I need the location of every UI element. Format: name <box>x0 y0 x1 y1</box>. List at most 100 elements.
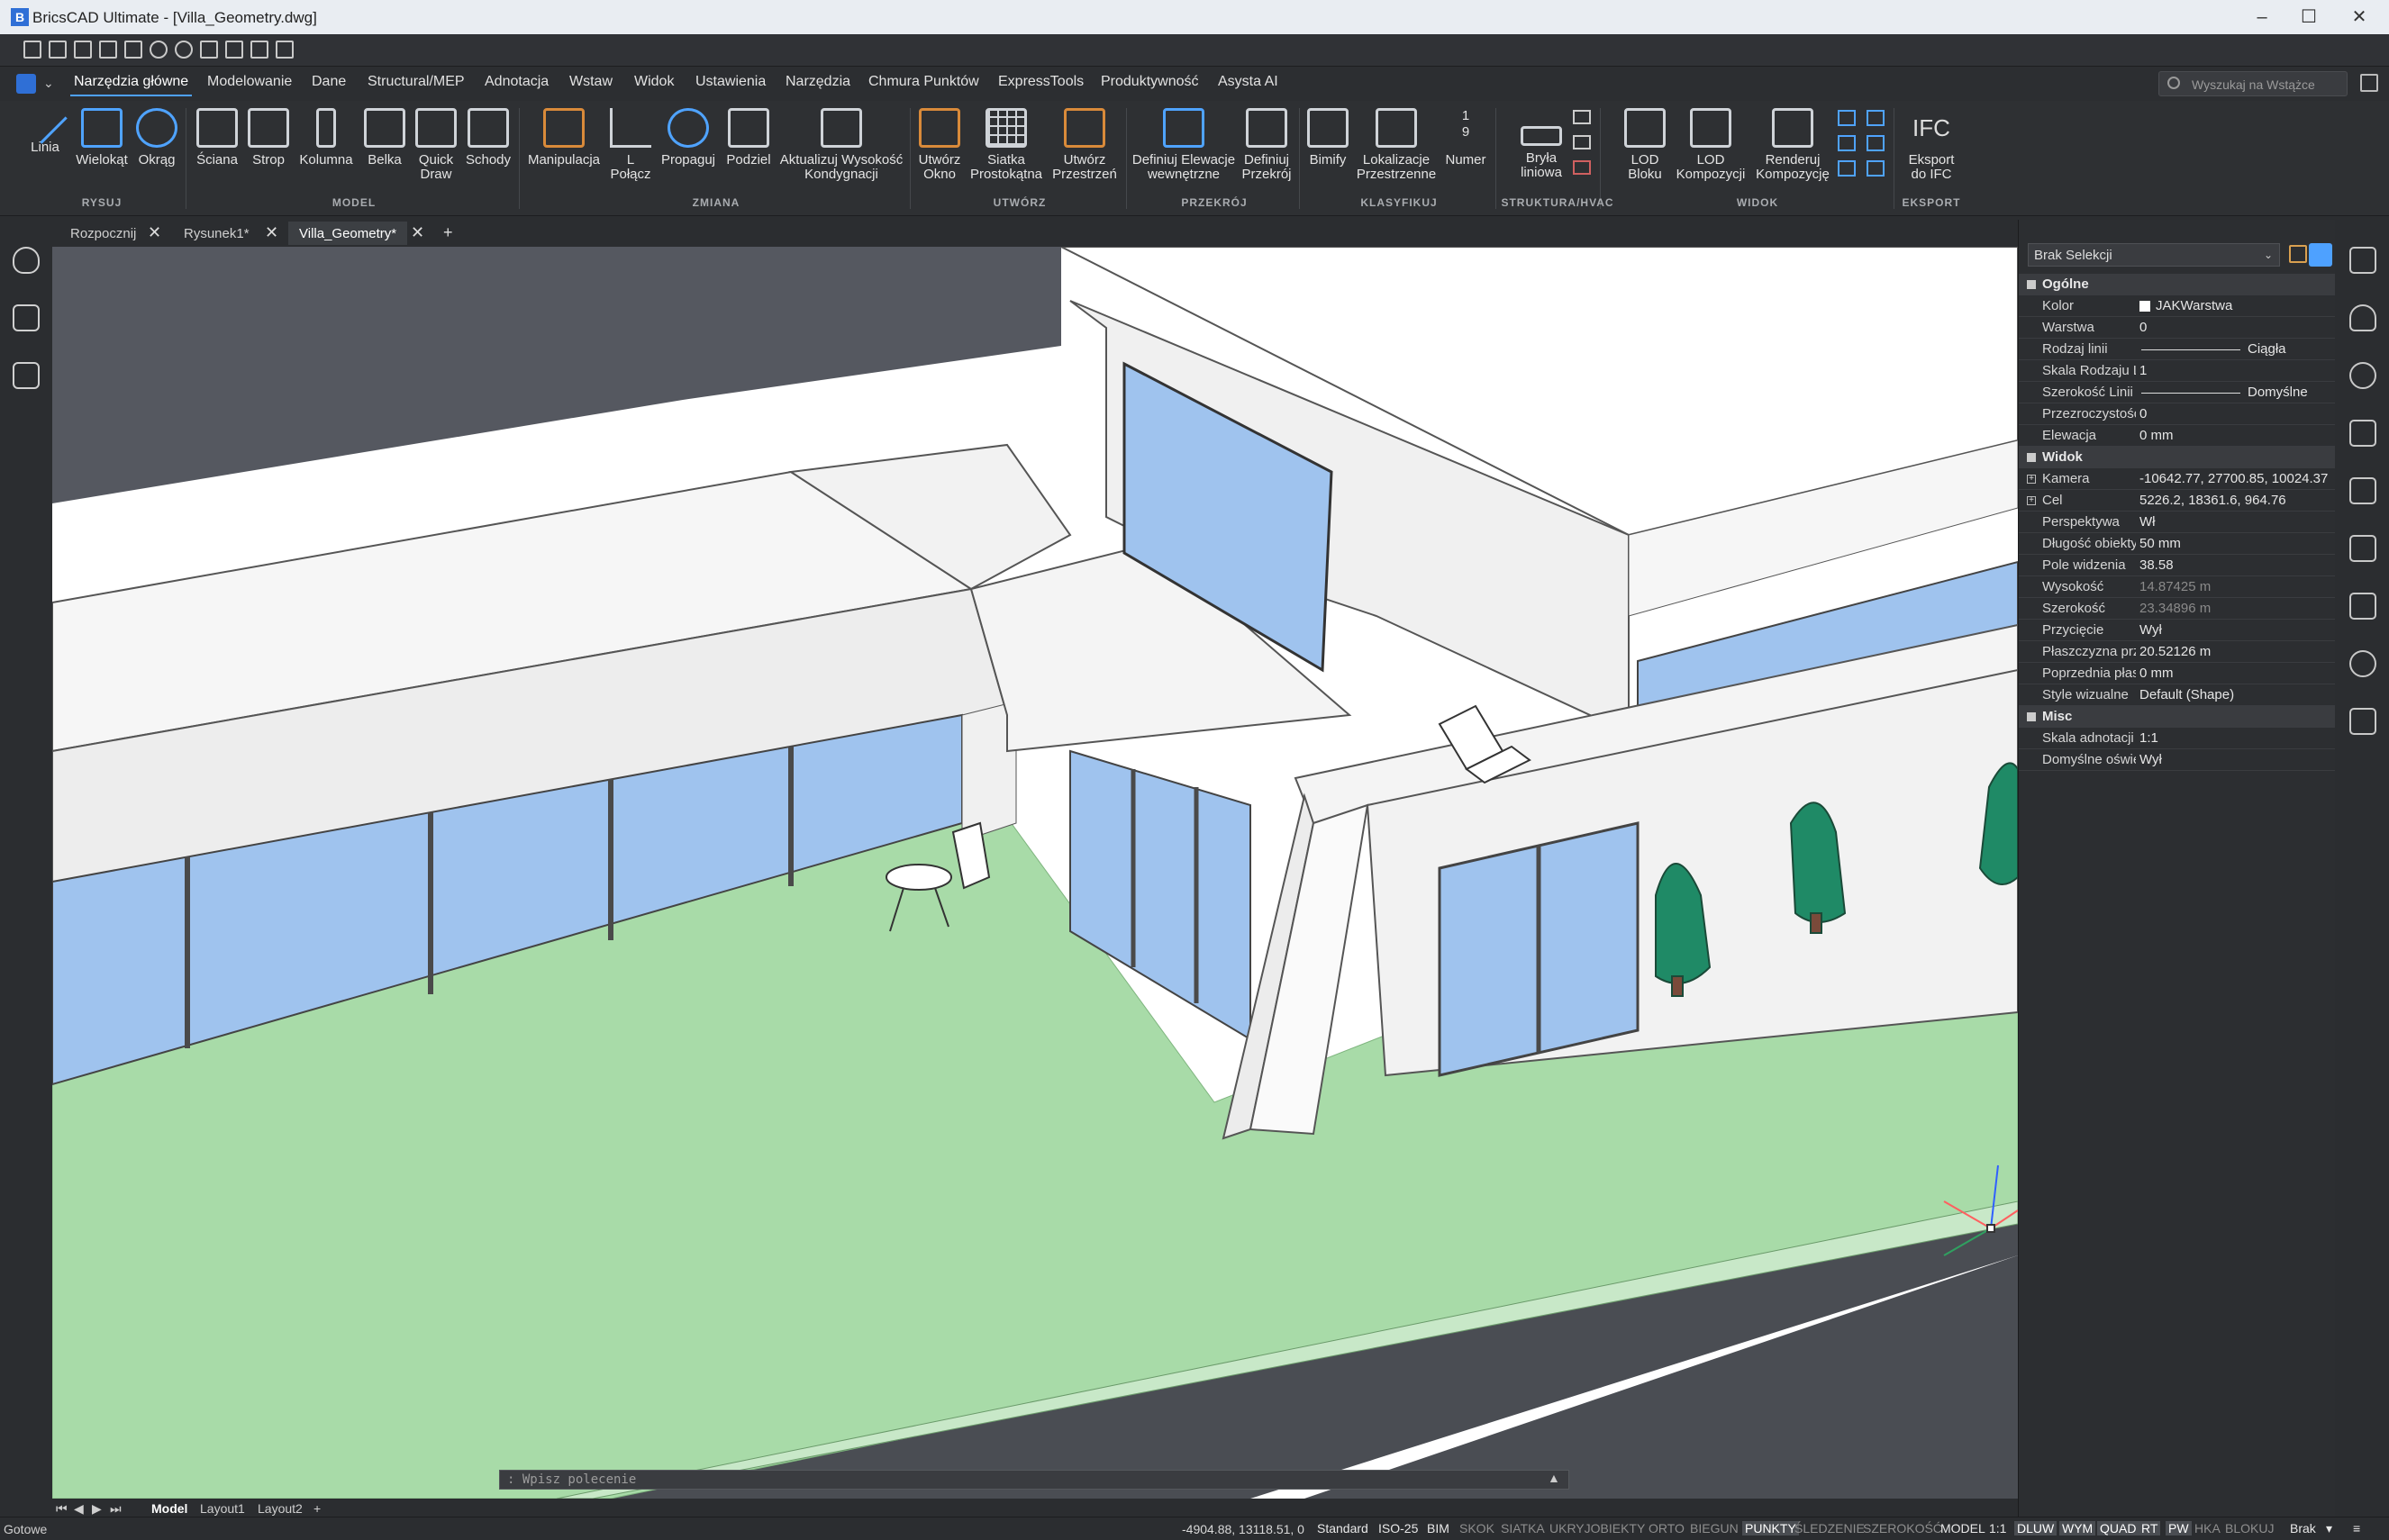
tab-ustawienia[interactable]: Ustawienia <box>695 74 766 90</box>
status-siatka[interactable]: SIATKA <box>1501 1521 1545 1535</box>
workspace-icon[interactable] <box>2360 74 2378 92</box>
renderuj-kompozycje-button[interactable]: Renderuj Kompozycję <box>1749 108 1836 182</box>
layout-tab-layout1[interactable]: Layout1 <box>200 1501 245 1516</box>
kolumna-button[interactable]: Kolumna <box>294 108 359 168</box>
expand-icon[interactable]: + <box>2027 475 2036 484</box>
layers-icon[interactable] <box>2349 420 2376 447</box>
save-as-icon[interactable] <box>99 41 117 59</box>
tab-narzedzia-glowne[interactable]: Narzędzia główne <box>69 74 193 96</box>
prop-row[interactable]: Warstwa 0 <box>2019 317 2336 339</box>
ribbon-search-input[interactable]: Wyszukaj na Wstążce <box>2158 71 2348 96</box>
utworz-przestrzen-button[interactable]: Utwórz Przestrzeń <box>1047 108 1122 182</box>
home-icon[interactable] <box>13 304 40 331</box>
podziel-button[interactable]: Podziel <box>721 108 777 168</box>
prop-row[interactable]: Długość obiektywu50 mm <box>2019 533 2336 555</box>
properties-panel-icon[interactable] <box>2349 247 2376 274</box>
status-orto[interactable]: ORTO <box>1649 1521 1685 1535</box>
status-scale[interactable]: 1:1 <box>1989 1521 2006 1535</box>
group-misc[interactable]: Misc <box>2019 706 2336 728</box>
new-file-icon[interactable] <box>23 41 41 59</box>
quick-select-icon[interactable] <box>2309 243 2332 267</box>
tab-widok[interactable]: Widok <box>634 74 674 90</box>
chevron-down-icon[interactable]: ⌄ <box>43 76 54 91</box>
status-punkty[interactable]: PUNKTY <box>1742 1521 1799 1535</box>
profile-icon[interactable] <box>1573 110 1591 124</box>
3d-model-view[interactable] <box>52 247 2018 1499</box>
bimify-button[interactable]: Bimify <box>1303 108 1353 168</box>
group-widok[interactable]: Widok <box>2019 447 2336 468</box>
bim-balloon-icon[interactable] <box>2349 304 2376 331</box>
prop-row[interactable]: + Kamera -10642.77, 27700.85, 10024.37 <box>2019 468 2336 490</box>
structure-tree-icon[interactable] <box>13 362 40 389</box>
command-line-input[interactable]: : Wpisz polecenie <box>499 1470 1569 1490</box>
library-cube-icon[interactable] <box>2349 593 2376 620</box>
cloud-icon[interactable] <box>2349 650 2376 677</box>
prop-row[interactable]: Szerokość Linii Domyślne <box>2019 382 2336 403</box>
prop-row[interactable]: Skala Rodzaju Linii1 <box>2019 360 2336 382</box>
hvac-icon[interactable] <box>1573 160 1591 175</box>
compositions-icon[interactable] <box>2349 535 2376 562</box>
status-menu-icon[interactable]: ▾ <box>2326 1521 2332 1536</box>
status-quad[interactable]: QUAD <box>2097 1521 2139 1535</box>
expand-icon[interactable]: + <box>2027 496 2036 505</box>
filter-icon[interactable] <box>2289 245 2307 263</box>
maximize-button[interactable]: ☐ <box>2288 5 2330 29</box>
numer-button[interactable]: 1 9 Numer <box>1440 108 1492 168</box>
app-menu-icon[interactable] <box>16 74 36 94</box>
status-sledzenie[interactable]: ŚLEDZENIE <box>1794 1521 1865 1535</box>
layout-tab-layout2[interactable]: Layout2 <box>258 1501 303 1516</box>
close-tab-icon[interactable]: ✕ <box>148 223 161 242</box>
view-icon-f[interactable] <box>1867 160 1885 177</box>
next-layout-icon[interactable]: ▶ <box>92 1501 102 1517</box>
prop-row[interactable]: Rodzaj linii Ciągła <box>2019 339 2336 360</box>
aktualizuj-wysokosc-button[interactable]: Aktualizuj Wysokość Kondygnacji <box>777 108 906 182</box>
prop-row[interactable]: Elewacja 0 mm <box>2019 425 2336 447</box>
view-icon-a[interactable] <box>1838 110 1856 126</box>
tab-structural-mep[interactable]: Structural/MEP <box>368 74 465 90</box>
status-szerokosc[interactable]: SZEROKOŚĆ <box>1863 1521 1942 1535</box>
match-properties-icon[interactable] <box>250 41 268 59</box>
wielokat-button[interactable]: Wielokąt <box>72 108 132 168</box>
copy-icon[interactable] <box>200 41 218 59</box>
first-layout-icon[interactable]: ⏮ <box>56 1501 68 1517</box>
lokalizacje-przestrzenne-button[interactable]: Lokalizacje Przestrzenne <box>1353 108 1440 182</box>
add-tab-button[interactable]: + <box>443 223 453 242</box>
prop-row[interactable]: Domyślne oświetlenieWył <box>2019 749 2336 771</box>
tab-chmura-punktow[interactable]: Chmura Punktów <box>868 74 979 90</box>
view-icon-c[interactable] <box>1838 135 1856 151</box>
chevron-down-icon[interactable]: ⌄ <box>2264 249 2273 261</box>
minimize-button[interactable]: – <box>2241 5 2283 29</box>
linia-button[interactable]: Linia <box>22 99 68 155</box>
paste-icon[interactable] <box>225 41 243 59</box>
bryla-liniowa-button[interactable]: Bryła liniowa <box>1499 108 1584 180</box>
open-file-icon[interactable] <box>49 41 67 59</box>
prop-row[interactable]: Pole widzenia 38.58 <box>2019 555 2336 576</box>
command-history-toggle-icon[interactable]: ▲ <box>1548 1471 1560 1485</box>
sciana-button[interactable]: Ściana <box>191 108 243 168</box>
close-window-button[interactable]: ✕ <box>2339 5 2380 29</box>
okrag-button[interactable]: Okrąg <box>132 108 182 168</box>
add-layout-button[interactable]: + <box>313 1501 321 1516</box>
status-bim[interactable]: BIM <box>1427 1521 1449 1535</box>
status-pw[interactable]: PW <box>2166 1521 2192 1535</box>
prop-row[interactable]: Kolor JAKWarstwa <box>2019 295 2336 317</box>
status-hka[interactable]: HKA <box>2194 1521 2221 1535</box>
lod-bloku-button[interactable]: LOD Bloku <box>1621 108 1668 182</box>
view-icon-b[interactable] <box>1867 110 1885 126</box>
status-text-style[interactable]: Standard <box>1317 1521 1368 1535</box>
status-model[interactable]: MODEL <box>1940 1521 1985 1535</box>
quick-draw-button[interactable]: Quick Draw <box>411 108 461 182</box>
profiles-icon[interactable] <box>2349 477 2376 504</box>
layout-tab-model[interactable]: Model <box>151 1501 187 1516</box>
propaguj-button[interactable]: Propaguj <box>656 108 721 168</box>
prop-row[interactable]: + Cel 5226.2, 18361.6, 964.76 <box>2019 490 2336 512</box>
redo-icon[interactable] <box>175 41 193 59</box>
tab-expresstools[interactable]: ExpressTools <box>998 74 1084 90</box>
print-icon[interactable] <box>276 41 294 59</box>
tab-adnotacja[interactable]: Adnotacja <box>485 74 549 90</box>
last-layout-icon[interactable]: ⏭ <box>110 1501 122 1517</box>
close-tab-icon[interactable]: ✕ <box>265 223 278 242</box>
tab-wstaw[interactable]: Wstaw <box>569 74 613 90</box>
status-dluw[interactable]: DLUW <box>2014 1521 2057 1535</box>
drawing-viewport[interactable] <box>52 247 2018 1499</box>
